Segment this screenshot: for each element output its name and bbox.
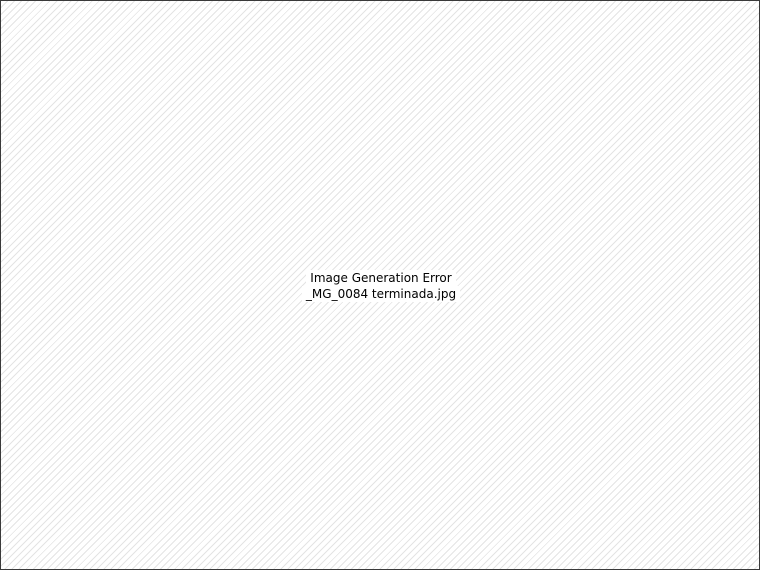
image-placeholder: Image Generation Error _MG_0084 terminad… <box>0 0 760 570</box>
error-message: Image Generation Error _MG_0084 terminad… <box>1 270 760 302</box>
error-title: Image Generation Error <box>306 270 456 286</box>
error-filename: _MG_0084 terminada.jpg <box>301 286 461 302</box>
